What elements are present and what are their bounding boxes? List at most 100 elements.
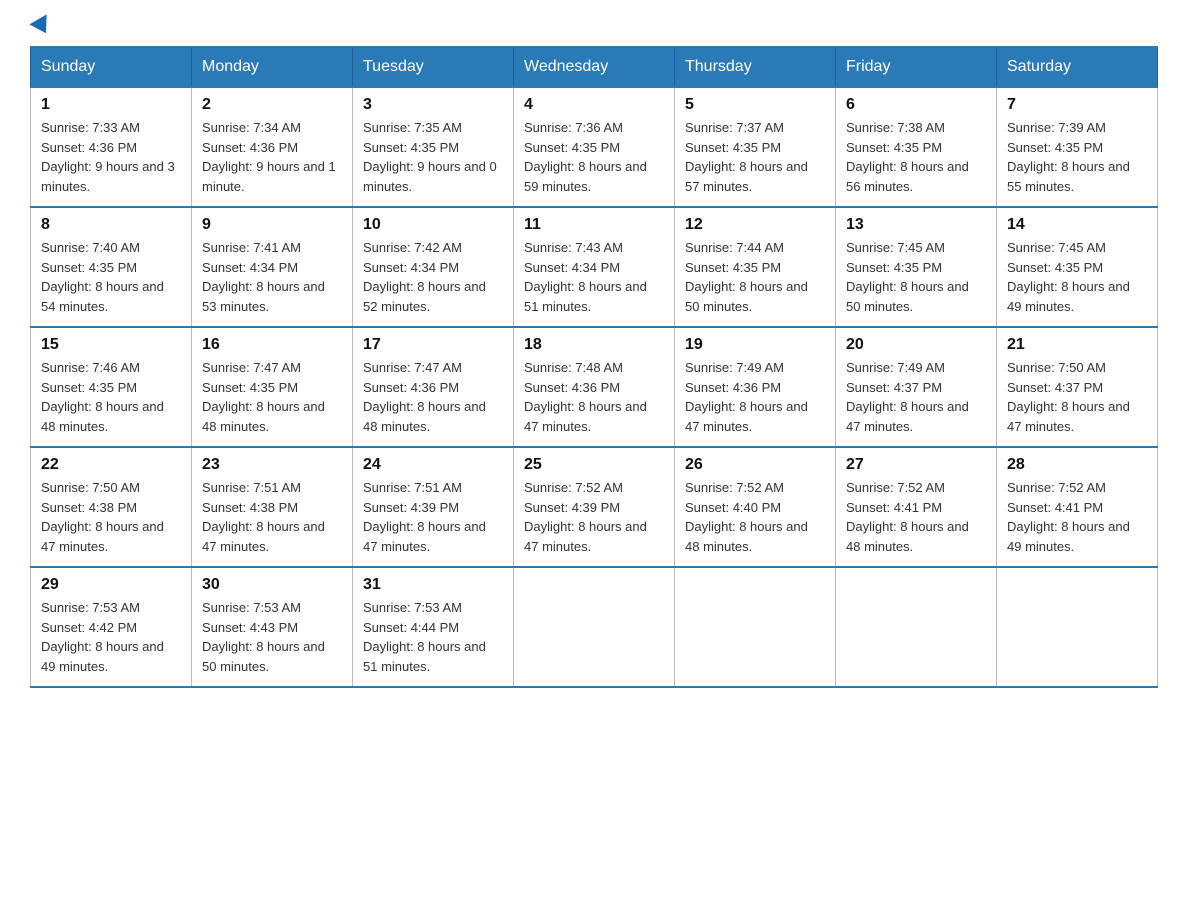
logo-triangle-icon: [29, 14, 54, 38]
weekday-header-thursday: Thursday: [675, 47, 836, 87]
calendar-cell: 14 Sunrise: 7:45 AMSunset: 4:35 PMDayligh…: [997, 207, 1158, 327]
day-info: Sunrise: 7:39 AMSunset: 4:35 PMDaylight:…: [1007, 118, 1147, 196]
calendar-cell: 23 Sunrise: 7:51 AMSunset: 4:38 PMDayligh…: [192, 447, 353, 567]
day-info: Sunrise: 7:53 AMSunset: 4:42 PMDaylight:…: [41, 598, 181, 676]
calendar-cell: 24Sunrise: 7:51 AMSunset: 4:39 PMDayligh…: [353, 447, 514, 567]
day-number: 5: [685, 96, 825, 114]
weekday-header-monday: Monday: [192, 47, 353, 87]
day-info: Sunrise: 7:50 AMSunset: 4:38 PMDaylight:…: [41, 478, 181, 556]
day-number: 29: [41, 576, 181, 594]
calendar-header-row: SundayMondayTuesdayWednesdayThursdayFrid…: [31, 47, 1158, 87]
day-number: 8: [41, 216, 181, 234]
day-number: 2: [202, 96, 342, 114]
calendar-cell: [675, 567, 836, 687]
day-info: Sunrise: 7:37 AMSunset: 4:35 PMDaylight:…: [685, 118, 825, 196]
day-info: Sunrise: 7:49 AMSunset: 4:37 PMDaylight:…: [846, 358, 986, 436]
calendar-cell: 30Sunrise: 7:53 AMSunset: 4:43 PMDayligh…: [192, 567, 353, 687]
calendar-cell: 26Sunrise: 7:52 AMSunset: 4:40 PMDayligh…: [675, 447, 836, 567]
day-number: 30: [202, 576, 342, 594]
day-number: 9: [202, 216, 342, 234]
day-number: 6: [846, 96, 986, 114]
day-info: Sunrise: 7:48 AMSunset: 4:36 PMDaylight:…: [524, 358, 664, 436]
logo-blue-text: [30, 20, 53, 36]
day-number: 15: [41, 336, 181, 354]
day-info: Sunrise: 7:50 AMSunset: 4:37 PMDaylight:…: [1007, 358, 1147, 436]
calendar-cell: 8Sunrise: 7:40 AMSunset: 4:35 PMDaylight…: [31, 207, 192, 327]
calendar-cell: 6 Sunrise: 7:38 AMSunset: 4:35 PMDaylight…: [836, 87, 997, 207]
calendar-cell: 22 Sunrise: 7:50 AMSunset: 4:38 PMDayligh…: [31, 447, 192, 567]
day-number: 14: [1007, 216, 1147, 234]
weekday-header-saturday: Saturday: [997, 47, 1158, 87]
calendar-cell: [836, 567, 997, 687]
day-number: 10: [363, 216, 503, 234]
calendar-cell: 21 Sunrise: 7:50 AMSunset: 4:37 PMDayligh…: [997, 327, 1158, 447]
calendar-week-row: 8Sunrise: 7:40 AMSunset: 4:35 PMDaylight…: [31, 207, 1158, 327]
day-number: 16: [202, 336, 342, 354]
day-info: Sunrise: 7:33 AMSunset: 4:36 PMDaylight:…: [41, 118, 181, 196]
day-info: Sunrise: 7:52 AMSunset: 4:40 PMDaylight:…: [685, 478, 825, 556]
weekday-header-tuesday: Tuesday: [353, 47, 514, 87]
calendar-cell: 29 Sunrise: 7:53 AMSunset: 4:42 PMDayligh…: [31, 567, 192, 687]
day-number: 1: [41, 96, 181, 114]
weekday-header-wednesday: Wednesday: [514, 47, 675, 87]
day-info: Sunrise: 7:52 AMSunset: 4:41 PMDaylight:…: [1007, 478, 1147, 556]
day-info: Sunrise: 7:44 AMSunset: 4:35 PMDaylight:…: [685, 238, 825, 316]
calendar-cell: 7 Sunrise: 7:39 AMSunset: 4:35 PMDaylight…: [997, 87, 1158, 207]
day-number: 25: [524, 456, 664, 474]
calendar-cell: 11Sunrise: 7:43 AMSunset: 4:34 PMDayligh…: [514, 207, 675, 327]
calendar-cell: 15Sunrise: 7:46 AMSunset: 4:35 PMDayligh…: [31, 327, 192, 447]
calendar-cell: 17 Sunrise: 7:47 AMSunset: 4:36 PMDayligh…: [353, 327, 514, 447]
day-number: 11: [524, 216, 664, 234]
day-info: Sunrise: 7:41 AMSunset: 4:34 PMDaylight:…: [202, 238, 342, 316]
calendar-cell: 19Sunrise: 7:49 AMSunset: 4:36 PMDayligh…: [675, 327, 836, 447]
day-number: 3: [363, 96, 503, 114]
calendar-cell: 1 Sunrise: 7:33 AMSunset: 4:36 PMDaylight…: [31, 87, 192, 207]
day-info: Sunrise: 7:52 AMSunset: 4:41 PMDaylight:…: [846, 478, 986, 556]
calendar-week-row: 22 Sunrise: 7:50 AMSunset: 4:38 PMDayligh…: [31, 447, 1158, 567]
day-number: 13: [846, 216, 986, 234]
day-number: 18: [524, 336, 664, 354]
day-number: 23: [202, 456, 342, 474]
day-number: 7: [1007, 96, 1147, 114]
calendar-week-row: 15Sunrise: 7:46 AMSunset: 4:35 PMDayligh…: [31, 327, 1158, 447]
day-number: 20: [846, 336, 986, 354]
day-info: Sunrise: 7:51 AMSunset: 4:38 PMDaylight:…: [202, 478, 342, 556]
day-number: 12: [685, 216, 825, 234]
day-info: Sunrise: 7:45 AMSunset: 4:35 PMDaylight:…: [1007, 238, 1147, 316]
day-info: Sunrise: 7:49 AMSunset: 4:36 PMDaylight:…: [685, 358, 825, 436]
calendar-cell: 5 Sunrise: 7:37 AMSunset: 4:35 PMDaylight…: [675, 87, 836, 207]
calendar-cell: 25 Sunrise: 7:52 AMSunset: 4:39 PMDayligh…: [514, 447, 675, 567]
calendar-week-row: 1 Sunrise: 7:33 AMSunset: 4:36 PMDaylight…: [31, 87, 1158, 207]
calendar-cell: [514, 567, 675, 687]
day-info: Sunrise: 7:51 AMSunset: 4:39 PMDaylight:…: [363, 478, 503, 556]
day-number: 28: [1007, 456, 1147, 474]
calendar-week-row: 29 Sunrise: 7:53 AMSunset: 4:42 PMDayligh…: [31, 567, 1158, 687]
day-number: 17: [363, 336, 503, 354]
day-info: Sunrise: 7:47 AMSunset: 4:36 PMDaylight:…: [363, 358, 503, 436]
calendar-cell: 13Sunrise: 7:45 AMSunset: 4:35 PMDayligh…: [836, 207, 997, 327]
day-number: 21: [1007, 336, 1147, 354]
day-info: Sunrise: 7:47 AMSunset: 4:35 PMDaylight:…: [202, 358, 342, 436]
calendar-cell: 12 Sunrise: 7:44 AMSunset: 4:35 PMDayligh…: [675, 207, 836, 327]
calendar-cell: 18 Sunrise: 7:48 AMSunset: 4:36 PMDayligh…: [514, 327, 675, 447]
day-info: Sunrise: 7:52 AMSunset: 4:39 PMDaylight:…: [524, 478, 664, 556]
day-info: Sunrise: 7:34 AMSunset: 4:36 PMDaylight:…: [202, 118, 342, 196]
day-number: 4: [524, 96, 664, 114]
day-info: Sunrise: 7:42 AMSunset: 4:34 PMDaylight:…: [363, 238, 503, 316]
calendar-cell: 28 Sunrise: 7:52 AMSunset: 4:41 PMDayligh…: [997, 447, 1158, 567]
day-number: 22: [41, 456, 181, 474]
day-info: Sunrise: 7:38 AMSunset: 4:35 PMDaylight:…: [846, 118, 986, 196]
calendar-cell: 27Sunrise: 7:52 AMSunset: 4:41 PMDayligh…: [836, 447, 997, 567]
weekday-header-sunday: Sunday: [31, 47, 192, 87]
day-info: Sunrise: 7:36 AMSunset: 4:35 PMDaylight:…: [524, 118, 664, 196]
page-header: [30, 20, 1158, 36]
calendar-cell: 3Sunrise: 7:35 AMSunset: 4:35 PMDaylight…: [353, 87, 514, 207]
weekday-header-friday: Friday: [836, 47, 997, 87]
calendar-cell: 2 Sunrise: 7:34 AMSunset: 4:36 PMDaylight…: [192, 87, 353, 207]
calendar-cell: [997, 567, 1158, 687]
calendar-table: SundayMondayTuesdayWednesdayThursdayFrid…: [30, 46, 1158, 688]
calendar-cell: 31Sunrise: 7:53 AMSunset: 4:44 PMDayligh…: [353, 567, 514, 687]
logo: [30, 20, 53, 36]
calendar-cell: 16 Sunrise: 7:47 AMSunset: 4:35 PMDayligh…: [192, 327, 353, 447]
calendar-cell: 9 Sunrise: 7:41 AMSunset: 4:34 PMDaylight…: [192, 207, 353, 327]
